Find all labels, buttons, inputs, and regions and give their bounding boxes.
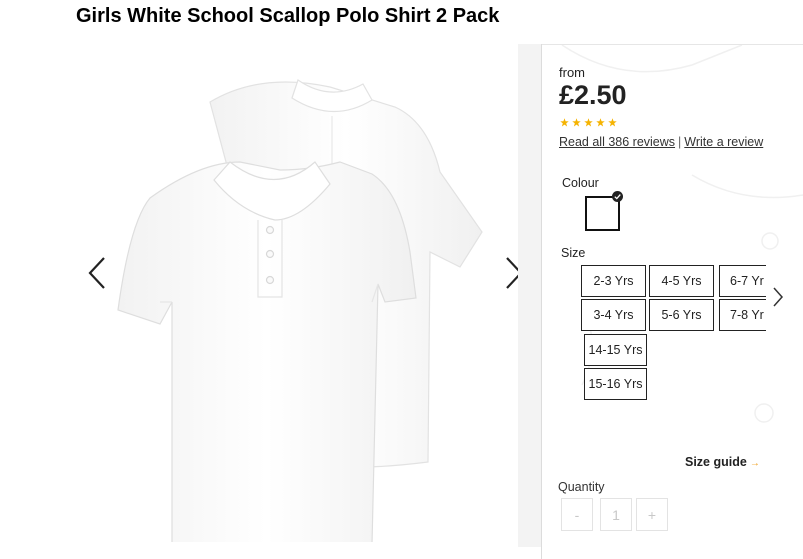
- size-option[interactable]: 14-15 Yrs: [584, 334, 647, 366]
- thumbnail-strip: [518, 44, 542, 547]
- star-icon: [572, 118, 581, 127]
- chevron-left-icon: [88, 257, 105, 289]
- size-option[interactable]: 2-3 Yrs: [581, 265, 646, 297]
- size-option[interactable]: 7-8 Yr: [719, 299, 766, 331]
- arrow-right-icon: →: [749, 458, 760, 469]
- selected-check-icon: [612, 191, 623, 202]
- product-gallery: [0, 44, 540, 559]
- star-icon: [560, 118, 569, 127]
- size-option[interactable]: 15-16 Yrs: [584, 368, 647, 400]
- product-image: [117, 79, 483, 542]
- star-icon: [596, 118, 605, 127]
- size-label: Size: [561, 246, 586, 260]
- price-from-label: from: [559, 65, 585, 80]
- star-rating: [560, 118, 617, 127]
- size-option[interactable]: 4-5 Yrs: [649, 265, 714, 297]
- price: £2.50: [559, 80, 627, 110]
- size-option[interactable]: 3-4 Yrs: [581, 299, 646, 331]
- colour-label: Colour: [562, 176, 599, 190]
- star-icon: [608, 118, 617, 127]
- quantity-input[interactable]: 1: [600, 498, 632, 531]
- read-reviews-link[interactable]: Read all 386 reviews: [559, 135, 675, 149]
- star-icon: [584, 118, 593, 127]
- gallery-prev-button[interactable]: [86, 256, 108, 290]
- size-next-button[interactable]: [772, 286, 784, 308]
- size-option[interactable]: 5-6 Yrs: [649, 299, 714, 331]
- quantity-decrease-button[interactable]: -: [561, 498, 593, 531]
- write-review-link[interactable]: Write a review: [684, 135, 763, 149]
- reviews-separator: |: [678, 135, 682, 149]
- product-title: Girls White School Scallop Polo Shirt 2 …: [76, 5, 500, 27]
- size-guide-link[interactable]: Size guide →: [685, 455, 760, 469]
- size-options: 2-3 Yrs 4-5 Yrs 6-7 Yr 3-4 Yrs 5-6 Yrs 7-8 Yr…: [542, 262, 766, 412]
- quantity-label: Quantity: [558, 480, 605, 494]
- reviews-links: Read all 386 reviews | Write a review: [559, 135, 763, 149]
- chevron-right-icon: [773, 287, 784, 307]
- quantity-increase-button[interactable]: +: [636, 498, 668, 531]
- size-guide-label: Size guide: [685, 455, 747, 469]
- size-option[interactable]: 6-7 Yr: [719, 265, 766, 297]
